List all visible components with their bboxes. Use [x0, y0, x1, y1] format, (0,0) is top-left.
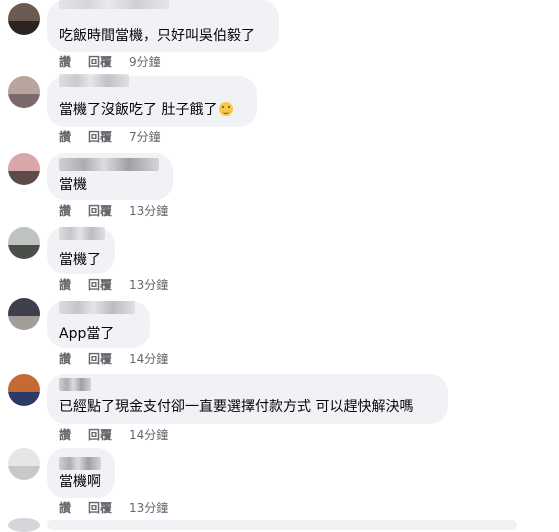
- avatar-image: [8, 244, 40, 259]
- avatar-image: [8, 448, 40, 466]
- comment-bubble: 當機啊: [47, 448, 115, 498]
- avatar[interactable]: [8, 518, 40, 532]
- comment-text-content: 當機了沒飯吃了 肚子餓了: [59, 102, 218, 118]
- author-name-redacted: [59, 227, 105, 240]
- timestamp[interactable]: 13分鐘: [129, 500, 168, 516]
- author-name-redacted: [59, 378, 91, 391]
- avatar[interactable]: [8, 3, 40, 35]
- author-name-redacted: [59, 74, 129, 87]
- comment-text: 當機啊: [59, 474, 101, 490]
- reply-button[interactable]: 回覆: [88, 54, 112, 70]
- reply-button[interactable]: 回覆: [88, 427, 112, 443]
- comment-text: App當了: [59, 326, 115, 342]
- reply-button[interactable]: 回覆: [88, 500, 112, 516]
- avatar-image: [8, 465, 40, 480]
- avatar[interactable]: [8, 153, 40, 185]
- like-button[interactable]: 讚: [59, 54, 71, 70]
- comment-text: 當機了: [59, 252, 101, 268]
- comment-bubble: 已經點了現金支付卻一直要選擇付款方式 可以趕快解決嗎: [47, 374, 448, 424]
- avatar[interactable]: [8, 76, 40, 108]
- comment-bubble: [47, 520, 517, 530]
- timestamp[interactable]: 9分鐘: [129, 54, 161, 70]
- comment-text: 吃飯時間當機，只好叫吳伯毅了: [59, 28, 255, 44]
- comment-text: 已經點了現金支付卻一直要選擇付款方式 可以趕快解決嗎: [59, 399, 414, 415]
- timestamp[interactable]: 13分鐘: [129, 203, 168, 219]
- comment-bubble: 當機: [47, 153, 173, 200]
- timestamp[interactable]: 13分鐘: [129, 277, 168, 293]
- avatar[interactable]: [8, 374, 40, 406]
- avatar-image: [8, 391, 40, 406]
- comment-list: 吃飯時間當機，只好叫吳伯毅了 讚 回覆 9分鐘 當機了沒飯吃了 肚子餓了 讚 回…: [0, 0, 559, 532]
- like-button[interactable]: 讚: [59, 351, 71, 367]
- comment-text: 當機了沒飯吃了 肚子餓了: [59, 101, 234, 119]
- timestamp[interactable]: 7分鐘: [129, 129, 161, 145]
- author-name-redacted: [59, 457, 101, 470]
- like-button[interactable]: 讚: [59, 277, 71, 293]
- timestamp[interactable]: 14分鐘: [129, 427, 168, 443]
- like-button[interactable]: 讚: [59, 427, 71, 443]
- avatar-image: [8, 20, 40, 35]
- avatar[interactable]: [8, 298, 40, 330]
- face-with-hand-over-mouth-icon: [219, 102, 234, 116]
- reply-button[interactable]: 回覆: [88, 203, 112, 219]
- avatar-image: [8, 170, 40, 185]
- comment-bubble: 當機了: [47, 227, 115, 274]
- author-name-redacted: [59, 0, 169, 9]
- avatar-image: [8, 3, 40, 21]
- avatar-image: [8, 298, 40, 316]
- avatar-image: [8, 227, 40, 245]
- timestamp[interactable]: 14分鐘: [129, 351, 168, 367]
- like-button[interactable]: 讚: [59, 500, 71, 516]
- reply-button[interactable]: 回覆: [88, 129, 112, 145]
- like-button[interactable]: 讚: [59, 129, 71, 145]
- author-name-redacted: [59, 301, 135, 314]
- reply-button[interactable]: 回覆: [88, 351, 112, 367]
- avatar[interactable]: [8, 227, 40, 259]
- avatar-image: [8, 93, 40, 108]
- comment-text: 當機: [59, 177, 87, 193]
- comment-bubble: 吃飯時間當機，只好叫吳伯毅了: [47, 0, 279, 52]
- comment-bubble: App當了: [47, 301, 150, 348]
- avatar-image: [8, 315, 40, 330]
- avatar-image: [8, 76, 40, 94]
- reply-button[interactable]: 回覆: [88, 277, 112, 293]
- avatar-image: [8, 374, 40, 392]
- avatar-image: [8, 153, 40, 171]
- avatar[interactable]: [8, 448, 40, 480]
- like-button[interactable]: 讚: [59, 203, 71, 219]
- author-name-redacted: [59, 158, 159, 171]
- comment-bubble: 當機了沒飯吃了 肚子餓了: [47, 74, 257, 127]
